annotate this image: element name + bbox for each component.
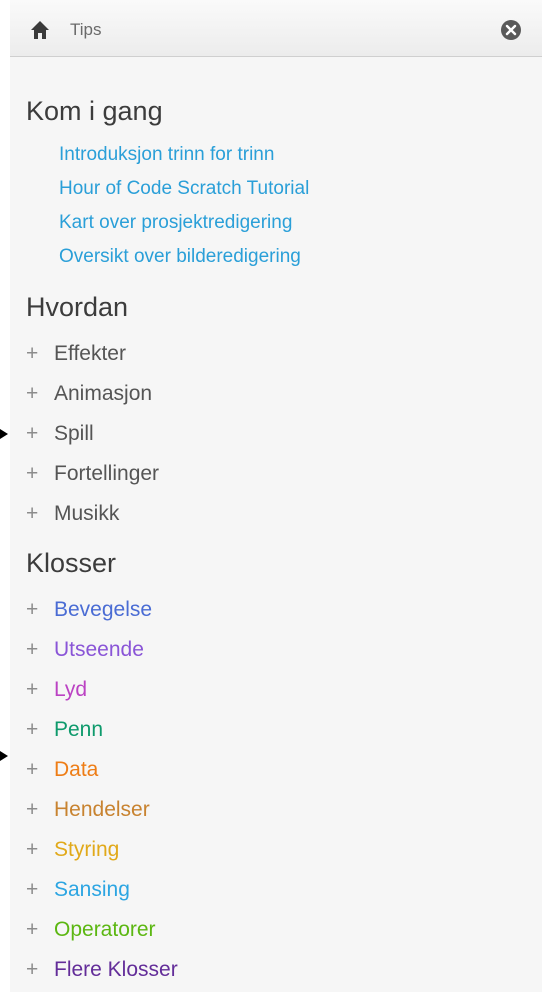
expand-icon: + xyxy=(26,718,39,741)
block-item-bevegelse[interactable]: + Bevegelse xyxy=(26,590,526,630)
section-title-getting-started: Kom i gang xyxy=(26,96,163,126)
tips-panel: Tips Kom i gang Introduksjon trinn for t… xyxy=(10,0,542,992)
block-item-styring[interactable]: + Styring xyxy=(26,830,526,870)
expand-icon: + xyxy=(26,878,39,901)
expand-icon: + xyxy=(26,918,39,941)
block-item-data[interactable]: + Data xyxy=(26,750,526,790)
pointer-arrow-icon xyxy=(0,429,8,439)
expand-icon: + xyxy=(26,638,39,661)
expand-icon: + xyxy=(26,798,39,821)
expand-icon: + xyxy=(26,462,39,485)
close-icon[interactable] xyxy=(500,19,522,41)
page-title: Tips xyxy=(70,20,102,39)
expand-icon: + xyxy=(26,958,39,981)
expand-icon: + xyxy=(26,502,39,525)
expand-icon: + xyxy=(26,598,39,621)
block-item-flere-klosser[interactable]: + Flere Klosser xyxy=(26,950,526,990)
expand-icon: + xyxy=(26,678,39,701)
block-item-lyd[interactable]: + Lyd xyxy=(26,670,526,710)
home-icon[interactable] xyxy=(30,20,50,40)
tips-header: Tips xyxy=(10,0,542,57)
pointer-arrow-icon xyxy=(0,751,8,761)
link-paint-editor-overview[interactable]: Oversikt over bilderedigering xyxy=(59,240,526,274)
block-item-penn[interactable]: + Penn xyxy=(26,710,526,750)
block-item-sansing[interactable]: + Sansing xyxy=(26,870,526,910)
block-item-hendelser[interactable]: + Hendelser xyxy=(26,790,526,830)
how-item-games[interactable]: + Spill xyxy=(26,414,526,454)
section-title-blocks: Klosser xyxy=(26,548,117,578)
expand-icon: + xyxy=(26,758,39,781)
expand-icon: + xyxy=(26,422,39,445)
tips-content: Kom i gang Introduksjon trinn for trinn … xyxy=(26,94,526,990)
block-item-operatorer[interactable]: + Operatorer xyxy=(26,910,526,950)
expand-icon: + xyxy=(26,382,39,405)
expand-icon: + xyxy=(26,342,39,365)
expand-icon: + xyxy=(26,838,39,861)
link-hour-of-code[interactable]: Hour of Code Scratch Tutorial xyxy=(59,172,526,206)
section-title-how-to: Hvordan xyxy=(26,292,129,322)
link-intro-step-by-step[interactable]: Introduksjon trinn for trinn xyxy=(59,138,526,172)
how-item-effects[interactable]: + Effekter xyxy=(26,334,526,374)
link-project-editor-map[interactable]: Kart over prosjektredigering xyxy=(59,206,526,240)
block-item-utseende[interactable]: + Utseende xyxy=(26,630,526,670)
how-item-music[interactable]: + Musikk xyxy=(26,494,526,534)
how-item-animation[interactable]: + Animasjon xyxy=(26,374,526,414)
how-item-stories[interactable]: + Fortellinger xyxy=(26,454,526,494)
